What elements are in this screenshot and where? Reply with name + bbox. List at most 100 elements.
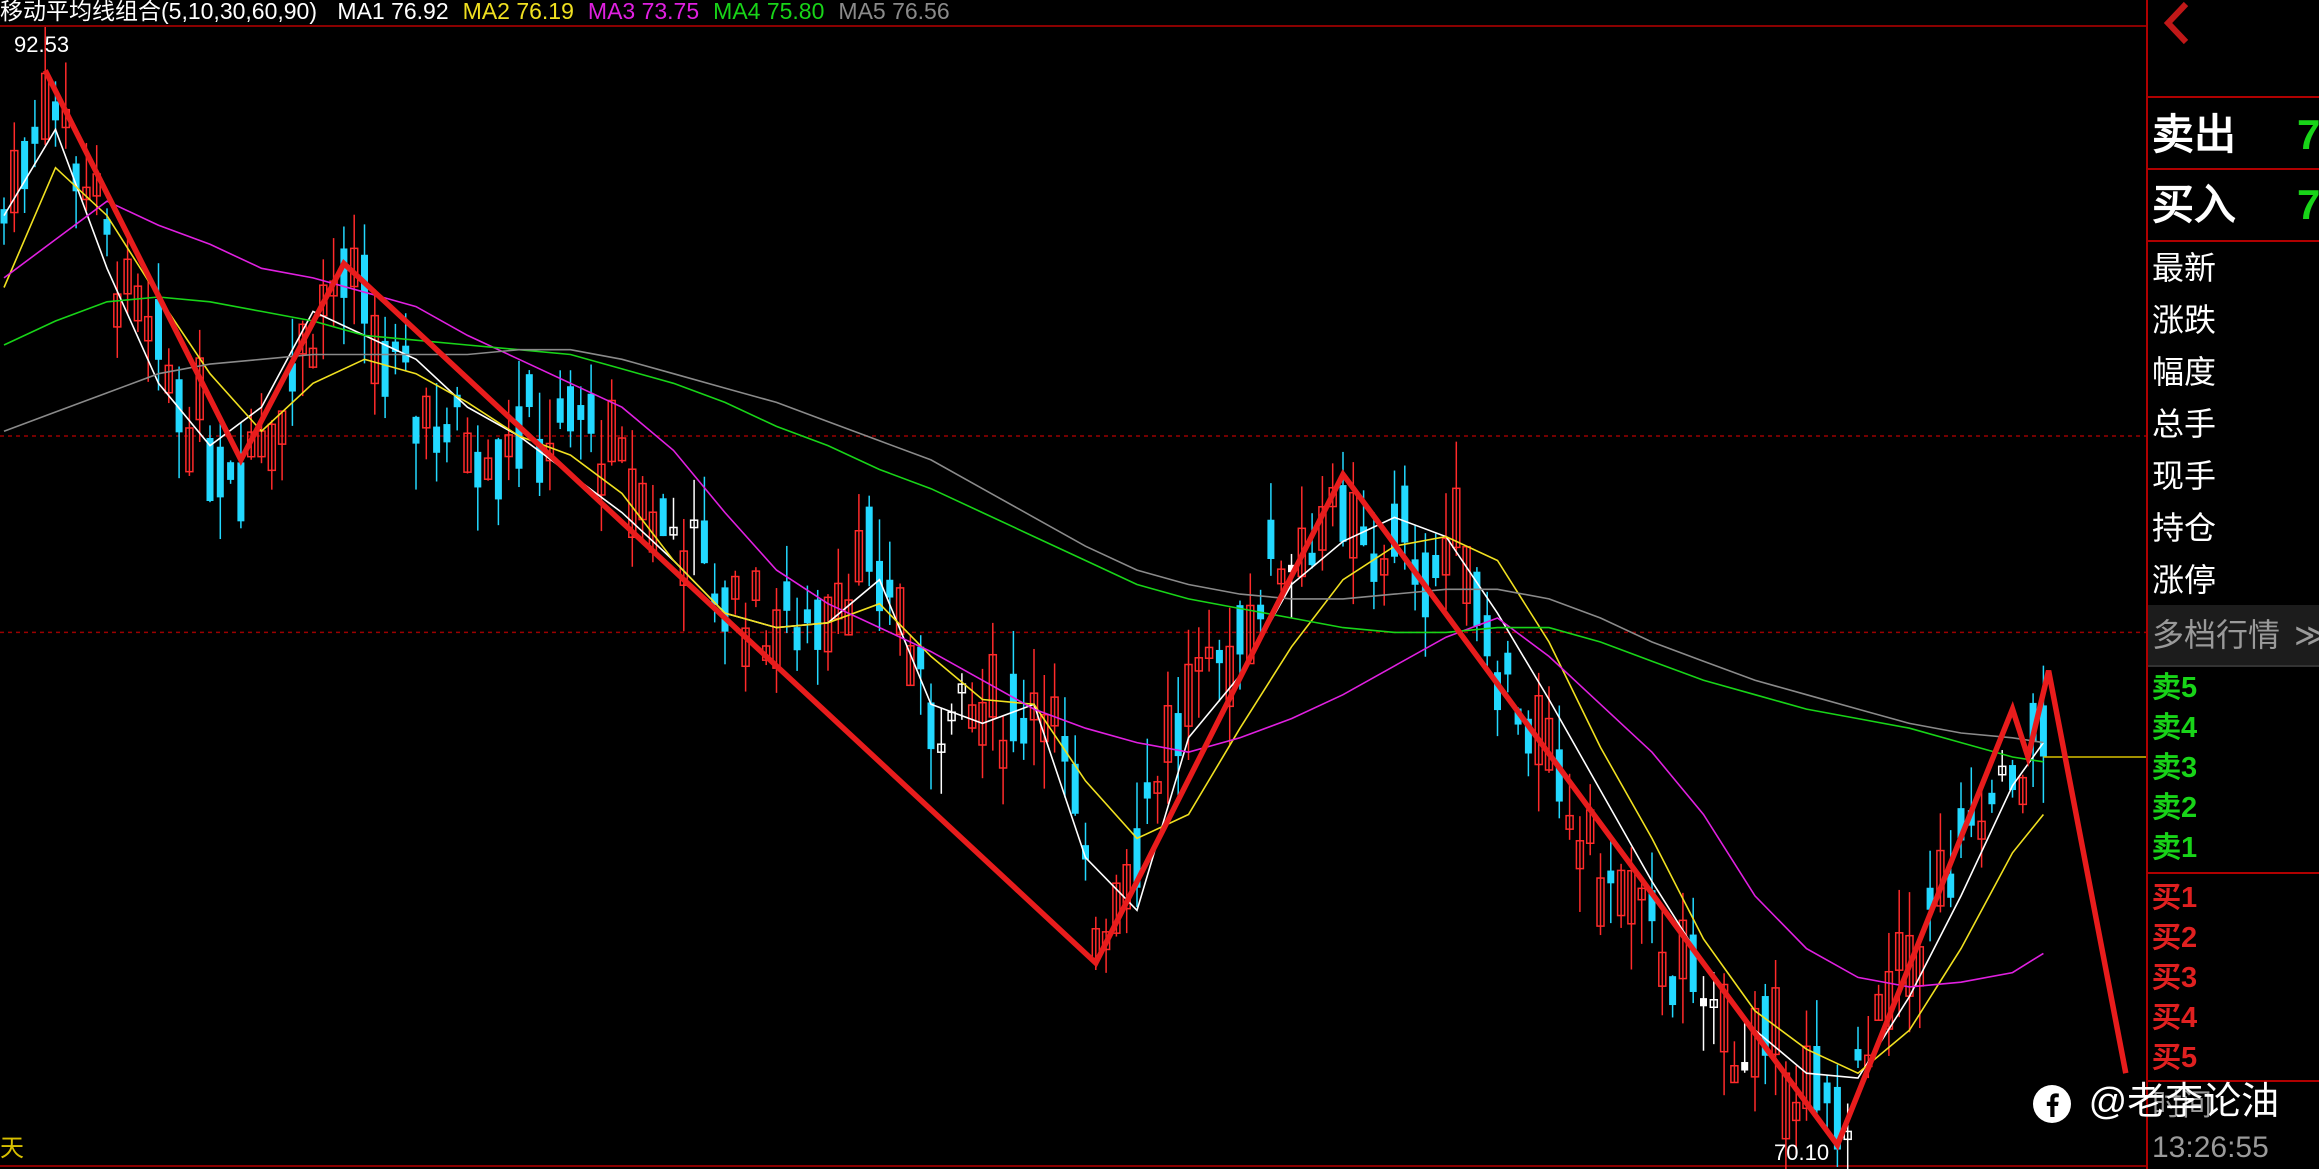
sell-label: 卖出 [2152,111,2237,158]
zigzag-trend-line [42,69,2129,1151]
buy-value: 7 [2297,181,2319,228]
candle-body-down [1236,605,1244,655]
candle-body-down [216,446,224,498]
ma-legend-ma3: MA3 73.75 [587,0,700,24]
quote-side-panel: 卖出 7 买入 7 最新 涨跌 幅度 总手 现手 持仓 涨停 多档行情 ≫ 卖5… [2148,0,2319,1169]
ask-level-3: 卖3 [2152,752,2198,784]
candle-body-down [227,462,235,480]
field-limit-up: 涨停 [2152,562,2217,598]
field-latest: 最新 [2152,250,2217,286]
back-arrow-icon[interactable] [2156,0,2196,46]
candle-body-down [793,627,801,651]
candle-body-down [237,462,245,522]
ask-level-5: 卖5 [2152,672,2198,704]
candle-body-down [155,299,162,360]
divider-line [2148,665,2319,667]
candle-body-down [52,101,59,121]
candle-body-down [1669,976,1677,1006]
candle-body-down [1607,870,1615,884]
candlestick-chart-area[interactable]: 移动平均线组合(5,10,30,60,90) MA1 76.92 MA2 76.1… [0,0,2146,1169]
candle-body-down [1360,526,1368,546]
field-current-volume: 现手 [2152,458,2217,494]
candle-body-down [1143,782,1151,799]
price-chart-svg[interactable] [0,0,2146,1169]
candle-body-down [361,254,368,324]
candle-body-down [525,374,533,408]
candle-body-down [443,424,451,443]
candle-body-down [1339,485,1347,542]
candle-body-down [1988,792,1996,805]
ma-legend-items: MA1 76.92 MA2 76.19 MA3 73.75 MA4 75.80 MA5 … [337,0,963,24]
ask-level-2: 卖2 [2152,792,2198,824]
candle-body-down [721,587,729,632]
ma-line-ma3 [3,200,2044,988]
candle-body-down [927,702,935,750]
bid-level-2: 买2 [2152,922,2198,954]
candle-body-down [1215,649,1223,664]
divider-line [2148,96,2319,98]
candle-body-down [567,386,574,432]
candle-body-down [556,398,564,423]
low-price-label: 70.10 [1774,1140,1830,1165]
ask-level-1: 卖1 [2152,832,2198,864]
candle-body-down [917,646,925,670]
field-open-interest: 持仓 [2152,510,2217,546]
candle-body-down [1020,717,1028,744]
ma-legend: 移动平均线组合(5,10,30,60,90) MA1 76.92 MA2 76.1… [0,0,978,26]
candle-body-down [1009,673,1017,742]
indicator-title: 移动平均线组合(5,10,30,60,90) [0,0,318,24]
candle-body-down [474,451,482,488]
candle-body-down [1741,1062,1749,1071]
depth-quote-header[interactable]: 多档行情 ≫ [2148,605,2319,665]
candle-body-down [1432,554,1440,579]
bid-level-5: 买5 [2152,1042,2198,1074]
divider-line [2148,872,2319,874]
candle-body-down [1308,552,1316,566]
watermark-text: @老李论油 [2088,1081,2280,1123]
period-label: 天 [0,1135,24,1162]
candle-body-down [1061,736,1069,762]
candle-body-down [783,581,791,611]
watermark: @老李论油 [2032,1077,2279,1127]
candle-body-down [659,498,667,537]
ma-line-ma1 [3,127,2045,1079]
bid-level-3: 买3 [2152,962,2198,994]
facebook-icon [2032,1084,2072,1124]
field-change: 涨跌 [2152,302,2217,338]
field-range: 幅度 [2152,354,2217,390]
ma-legend-ma2: MA2 76.19 [462,0,574,24]
candle-body-down [1071,763,1079,814]
candle-body-down [1504,652,1512,675]
bid-level-1: 买1 [2152,882,2198,914]
candle-body-down [577,405,585,420]
ma-line-ma2 [3,166,2045,1075]
time-value: 13:26:55 [2152,1131,2269,1164]
divider-line [2148,168,2319,170]
ask-level-4: 卖4 [2152,712,2198,744]
ma-legend-ma1: MA1 76.92 [337,0,449,24]
candle-body-down [1401,485,1409,543]
high-price-label: 92.53 [14,32,70,57]
expand-chevron-icon[interactable]: ≫ [2294,605,2319,665]
candle-body-down [412,416,420,444]
candle-body-down [1854,1049,1862,1061]
candle-body-down [1947,873,1955,898]
bid-level-4: 买4 [2152,1002,2198,1034]
ma-legend-ma5: MA5 76.56 [838,0,950,24]
buy-row[interactable]: 买入 7 [2152,172,2319,238]
candle-body-down [206,438,214,502]
candle-body-down [700,520,708,564]
candle-body-down [494,439,502,500]
candle-body-down [587,393,595,434]
buy-label: 买入 [2152,181,2237,228]
sell-value: 7 [2297,111,2319,158]
candle-body-down [1823,1082,1831,1104]
candle-body-down [886,579,894,598]
candle-body-down [1700,998,1707,1007]
depth-quote-title: 多档行情 [2152,617,2281,653]
candle-body-down [1267,519,1275,560]
candle-body-down [865,506,873,572]
ma-legend-ma4: MA4 75.80 [713,0,825,24]
candle-body-down [103,219,111,235]
sell-row[interactable]: 卖出 7 [2152,102,2319,168]
